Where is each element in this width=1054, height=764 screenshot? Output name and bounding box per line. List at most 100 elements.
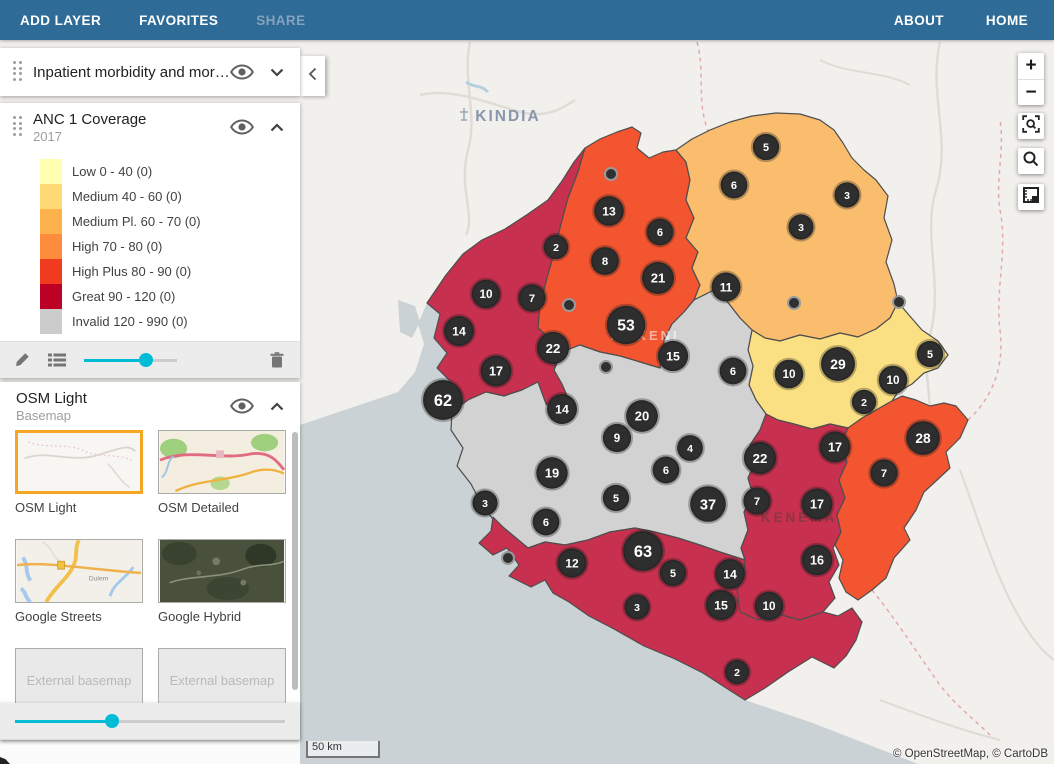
value-bubble[interactable]: 22 bbox=[744, 442, 776, 474]
visibility-eye-icon[interactable] bbox=[230, 64, 254, 80]
value-bubble[interactable]: 14 bbox=[444, 316, 474, 346]
value-bubble[interactable]: 28 bbox=[906, 421, 940, 455]
value-bubble[interactable]: 10 bbox=[472, 280, 501, 309]
value-bubble[interactable]: 8 bbox=[591, 247, 619, 275]
zoom-to-layers-button[interactable] bbox=[1018, 113, 1044, 139]
value-bubble[interactable]: 2 bbox=[544, 235, 568, 259]
svg-text:5: 5 bbox=[763, 142, 769, 154]
value-bubble[interactable]: 6 bbox=[533, 509, 560, 536]
nav-add-layer[interactable]: ADD LAYER bbox=[20, 13, 101, 28]
value-bubble[interactable]: 19 bbox=[536, 457, 567, 488]
drag-handle-icon[interactable] bbox=[13, 61, 23, 83]
choropleth-map[interactable]: KINDIAMAKENIKENEMA5631336282111107531422… bbox=[300, 40, 1054, 764]
svg-text:15: 15 bbox=[714, 598, 728, 612]
value-bubble[interactable]: 17 bbox=[481, 356, 512, 387]
delete-trash-icon[interactable] bbox=[270, 352, 284, 368]
value-bubble[interactable]: 14 bbox=[715, 559, 745, 589]
svg-text:14: 14 bbox=[555, 402, 569, 416]
basemap-option-google-streets[interactable]: Dulem Google Streets bbox=[15, 539, 143, 624]
svg-text:5: 5 bbox=[613, 493, 619, 505]
value-bubble[interactable]: 6 bbox=[720, 358, 747, 385]
value-bubble[interactable]: 16 bbox=[802, 545, 833, 576]
visibility-eye-icon[interactable] bbox=[230, 119, 254, 135]
value-bubble[interactable]: 6 bbox=[653, 457, 680, 484]
value-bubble[interactable]: 15 bbox=[706, 590, 736, 620]
panel-scrollbar[interactable] bbox=[292, 432, 298, 690]
basemap-option-osm-detailed[interactable]: OSM Detailed bbox=[158, 430, 286, 515]
nav-home[interactable]: HOME bbox=[986, 13, 1028, 28]
value-bubble[interactable]: 10 bbox=[775, 360, 804, 389]
nav-favorites[interactable]: FAVORITES bbox=[139, 13, 218, 28]
search-button[interactable] bbox=[1018, 148, 1044, 174]
slider-thumb[interactable] bbox=[105, 714, 119, 728]
basemap-option-google-hybrid[interactable]: Google Hybrid bbox=[158, 539, 286, 624]
value-bubble[interactable]: 5 bbox=[603, 485, 629, 511]
basemap-opacity-slider[interactable] bbox=[15, 714, 285, 728]
legend-item: Invalid 120 - 990 (0) bbox=[40, 309, 300, 334]
value-bubble[interactable]: 12 bbox=[557, 548, 586, 577]
value-bubble[interactable]: 6 bbox=[647, 219, 674, 246]
value-bubble[interactable]: 9 bbox=[603, 424, 631, 452]
panel-collapse-button[interactable] bbox=[300, 56, 325, 96]
value-bubble[interactable]: 20 bbox=[626, 400, 658, 432]
value-bubble[interactable]: 17 bbox=[802, 489, 833, 520]
value-bubble[interactable]: 29 bbox=[821, 347, 855, 381]
svg-text:6: 6 bbox=[730, 366, 736, 378]
value-bubble[interactable]: 3 bbox=[472, 490, 497, 515]
layer-opacity-slider[interactable] bbox=[84, 353, 177, 367]
zoom-out-button[interactable]: − bbox=[1018, 79, 1044, 105]
value-bubble[interactable]: 17 bbox=[820, 432, 851, 463]
value-bubble[interactable]: 5 bbox=[917, 341, 943, 367]
svg-text:2: 2 bbox=[861, 397, 867, 409]
value-bubble[interactable]: 15 bbox=[658, 341, 688, 371]
panel-footer bbox=[0, 740, 300, 764]
data-table-icon[interactable] bbox=[48, 353, 66, 367]
value-bubble[interactable]: 7 bbox=[743, 487, 770, 514]
legend-swatch bbox=[40, 284, 62, 309]
slider-thumb[interactable] bbox=[139, 353, 153, 367]
basemap-option-osm-light[interactable]: OSM Light bbox=[15, 430, 143, 515]
measure-button[interactable] bbox=[1018, 184, 1044, 210]
map-canvas[interactable]: KINDIAMAKENIKENEMA5631336282111107531422… bbox=[0, 40, 1054, 764]
value-bubble[interactable]: 5 bbox=[660, 560, 686, 586]
value-bubble[interactable]: 14 bbox=[547, 394, 577, 424]
value-bubble[interactable]: 10 bbox=[879, 366, 908, 395]
svg-text:28: 28 bbox=[915, 430, 931, 446]
value-bubble[interactable]: 63 bbox=[623, 531, 663, 571]
visibility-eye-icon[interactable] bbox=[230, 398, 254, 414]
svg-text:21: 21 bbox=[651, 271, 666, 286]
zoom-control: + − bbox=[1018, 53, 1044, 105]
legend-swatch bbox=[40, 209, 62, 234]
app-bar-left-nav: ADD LAYER FAVORITES SHARE bbox=[20, 13, 306, 28]
value-bubble[interactable]: 10 bbox=[755, 592, 784, 621]
value-bubble[interactable]: 2 bbox=[725, 660, 749, 684]
value-bubble[interactable]: 62 bbox=[423, 380, 463, 420]
drag-handle-icon[interactable] bbox=[13, 116, 23, 138]
zoom-in-button[interactable]: + bbox=[1018, 53, 1044, 79]
value-bubble[interactable]: 3 bbox=[788, 214, 813, 239]
value-bubble[interactable]: 6 bbox=[721, 172, 748, 199]
value-bubble[interactable]: 5 bbox=[753, 134, 779, 160]
value-bubble[interactable]: 4 bbox=[677, 435, 703, 461]
nav-about[interactable]: ABOUT bbox=[894, 13, 944, 28]
nav-share[interactable]: SHARE bbox=[256, 13, 305, 28]
value-bubble[interactable]: 2 bbox=[852, 390, 876, 414]
chevron-up-icon[interactable] bbox=[270, 123, 284, 132]
svg-text:14: 14 bbox=[452, 324, 466, 338]
value-bubble[interactable]: 53 bbox=[607, 306, 645, 344]
svg-text:17: 17 bbox=[489, 365, 503, 379]
value-bubble[interactable]: 7 bbox=[870, 459, 897, 486]
value-bubble[interactable]: 3 bbox=[834, 182, 859, 207]
value-bubble[interactable]: 22 bbox=[537, 332, 569, 364]
value-bubble[interactable]: 3 bbox=[624, 594, 649, 619]
value-bubble[interactable]: 11 bbox=[712, 273, 741, 302]
chevron-up-icon[interactable] bbox=[270, 402, 284, 411]
chevron-down-icon[interactable] bbox=[270, 68, 284, 77]
value-bubble[interactable]: 37 bbox=[690, 486, 726, 522]
basemap-list: OSM Light OSM Detailed bbox=[0, 430, 300, 733]
svg-text:16: 16 bbox=[810, 554, 824, 568]
value-bubble[interactable]: 21 bbox=[642, 262, 674, 294]
value-bubble[interactable]: 13 bbox=[594, 196, 624, 226]
value-bubble[interactable]: 7 bbox=[518, 284, 545, 311]
edit-pencil-icon[interactable] bbox=[14, 352, 30, 368]
